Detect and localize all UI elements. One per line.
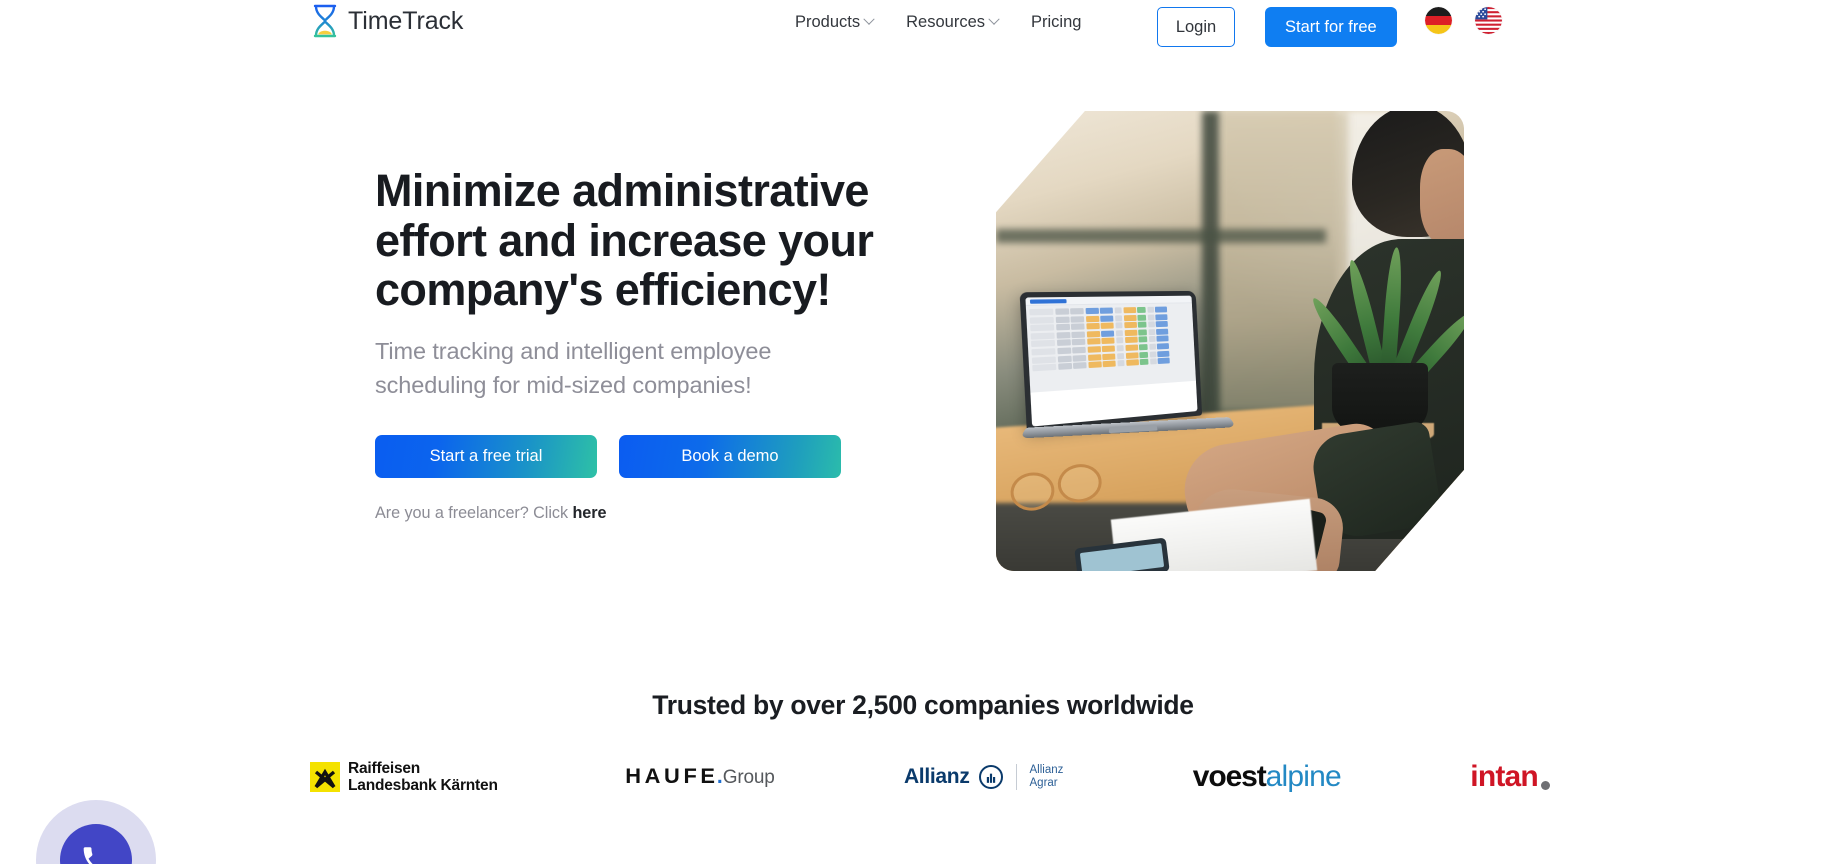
laptop-touchpad <box>1108 424 1158 434</box>
language-switcher <box>1425 7 1502 34</box>
us-flag-icon[interactable] <box>1475 7 1502 34</box>
hero-image <box>996 111 1464 571</box>
nav-label-resources: Resources <box>906 13 985 31</box>
intan-dot-icon <box>1540 781 1550 790</box>
phone-icon <box>83 847 93 864</box>
nav-label-products: Products <box>795 13 861 31</box>
allianz-divider <box>1015 764 1017 790</box>
allianz-agrar-label: Allianz Agrar <box>1030 764 1064 791</box>
laptop-screen <box>1025 295 1198 427</box>
hourglass-icon <box>313 4 337 38</box>
hero-cta-row: Start a free trial Book a demo <box>375 434 895 478</box>
raiffeisen-gable-cross-icon <box>310 762 340 792</box>
haufe-group-label: Group <box>722 767 775 788</box>
book-a-demo-button[interactable]: Book a demo <box>619 434 841 478</box>
freelancer-text: Are you a freelancer? Click <box>375 503 568 522</box>
chevron-down-icon <box>988 13 1000 26</box>
hero-copy: Minimize administrative effort and incre… <box>375 166 895 523</box>
allianz-circle-icon <box>978 765 1003 789</box>
start-for-free-button[interactable]: Start for free <box>1265 7 1397 47</box>
hero-headline: Minimize administrative effort and incre… <box>375 165 874 315</box>
allianz-sub-line2: Agrar <box>1029 777 1058 789</box>
allianz-wordmark: Allianz <box>903 765 970 788</box>
nav-item-products[interactable]: Products <box>795 13 875 31</box>
logo-intan: intan <box>1470 753 1550 801</box>
nav-item-pricing[interactable]: Pricing <box>1031 14 1081 31</box>
site-header: TimeTrack Products Resources Pricing Log… <box>0 0 1846 54</box>
person-face <box>1420 149 1464 245</box>
logo-voestalpine: voestalpine <box>1192 753 1342 801</box>
allianz-sub-line1: Allianz <box>1029 763 1064 776</box>
start-free-trial-button[interactable]: Start a free trial <box>375 434 597 478</box>
raiffeisen-wordmark: Raiffeisen Landesbank Kärnten <box>348 760 498 795</box>
nav-item-resources[interactable]: Resources <box>906 13 1000 31</box>
laptop <box>1016 286 1237 457</box>
intan-wordmark: intan <box>1470 760 1538 793</box>
client-logo-row: Raiffeisen Landesbank Kärnten HAUFE . Gr… <box>310 753 1550 801</box>
login-button[interactable]: Login <box>1157 7 1235 47</box>
glasses-lens <box>1054 460 1105 506</box>
timesheet-grid <box>1025 303 1196 393</box>
main-nav: Products Resources Pricing <box>795 13 1081 31</box>
german-flag-icon[interactable] <box>1425 7 1452 34</box>
freelancer-link[interactable]: here <box>572 504 606 522</box>
nav-label-pricing: Pricing <box>1031 13 1082 31</box>
raiffeisen-line1: Raiffeisen <box>348 759 421 777</box>
hero-subheadline: Time tracking and intelligent employee s… <box>375 337 772 398</box>
laptop-lid <box>1019 290 1203 433</box>
chevron-down-icon <box>863 13 875 26</box>
brand-name: TimeTrack <box>348 6 464 35</box>
logo-raiffeisen: Raiffeisen Landesbank Kärnten <box>310 753 498 801</box>
trusted-title: Trusted by over 2,500 companies worldwid… <box>652 690 1194 720</box>
trusted-section: Trusted by over 2,500 companies worldwid… <box>0 633 1846 864</box>
brand-logo[interactable]: TimeTrack <box>311 4 463 38</box>
raiffeisen-line2: Landesbank Kärnten <box>348 777 498 794</box>
haufe-wordmark: HAUFE <box>625 765 719 788</box>
window-frame-horizontal <box>996 229 1326 243</box>
logo-allianz: Allianz Allianz Agrar <box>904 753 1063 801</box>
hero-section: Minimize administrative effort and incre… <box>0 54 1846 633</box>
alpine-part: alpine <box>1265 760 1342 793</box>
voest-part: voest <box>1192 760 1267 793</box>
floating-call-widget <box>36 800 156 864</box>
landing-page: TimeTrack Products Resources Pricing Log… <box>0 0 1846 864</box>
freelancer-note: Are you a freelancer? Click here <box>375 504 895 523</box>
hero-photo-scene <box>996 111 1464 571</box>
logo-haufe: HAUFE . Group <box>625 753 775 801</box>
glasses-lens <box>1007 469 1058 515</box>
